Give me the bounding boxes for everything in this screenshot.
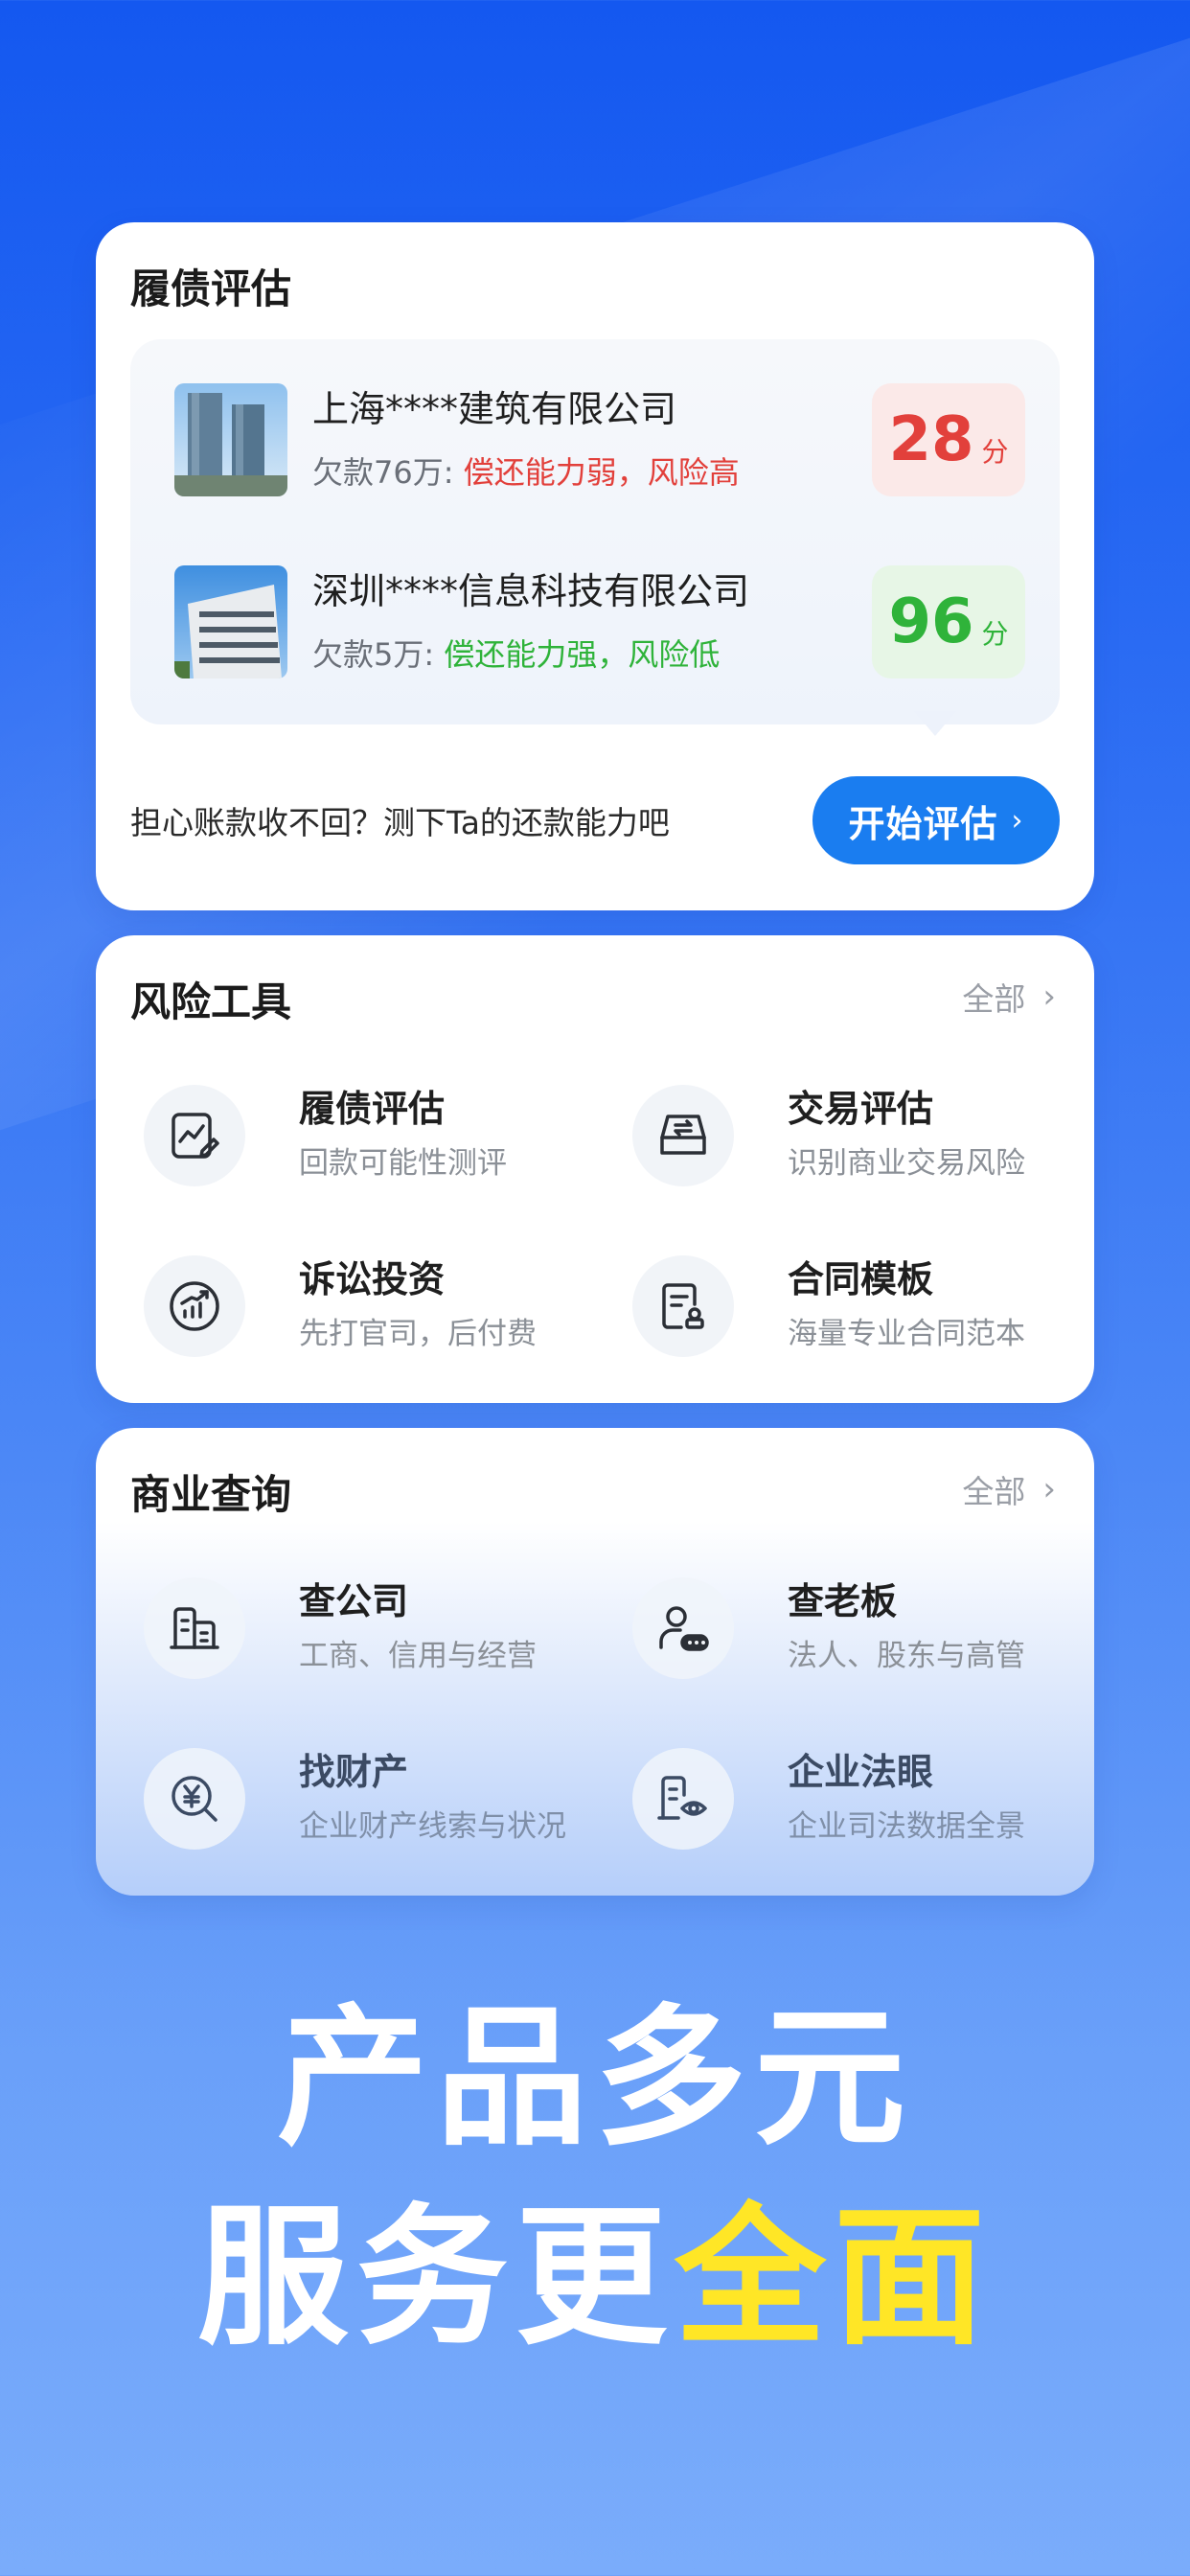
chevron-right-icon: › xyxy=(1011,803,1024,838)
query-company[interactable]: 查公司 工商、信用与经营 xyxy=(130,1572,581,1687)
query-boss[interactable]: 查老板 法人、股东与高管 xyxy=(619,1572,1069,1687)
tool-subtitle: 回款可能性测评 xyxy=(299,1146,507,1181)
assessment-prompt: 担心账款收不回？测下Ta的还款能力吧 xyxy=(130,804,670,841)
company-name: 深圳****信息科技有限公司 xyxy=(312,570,750,612)
building-eye-icon xyxy=(632,1748,734,1850)
tool-subtitle: 先打官司，后付费 xyxy=(299,1317,537,1351)
tool-debt-assessment[interactable]: 履债评估 回款可能性测评 xyxy=(130,1079,581,1194)
risk-verdict: 偿还能力强，风险低 xyxy=(444,636,721,673)
tool-title: 找财产 xyxy=(299,1751,409,1793)
view-all-label: 全部 xyxy=(962,1473,1026,1510)
view-all-link[interactable]: 全部 › xyxy=(962,1466,1056,1512)
company-building-image xyxy=(174,565,287,678)
risk-verdict: 偿还能力弱，风险高 xyxy=(463,454,740,491)
chevron-right-icon: › xyxy=(1042,978,1056,1016)
contract-doc-icon xyxy=(632,1255,734,1357)
company-row[interactable]: 深圳****信息科技有限公司 欠款5万: 偿还能力强，风险低 96 分 xyxy=(174,565,1025,680)
card-title: 风险工具 xyxy=(130,978,292,1025)
start-assessment-button[interactable]: 开始评估 › xyxy=(812,776,1060,864)
card-title: 履债评估 xyxy=(130,265,292,312)
tool-title: 查老板 xyxy=(788,1580,898,1622)
tool-transaction-assessment[interactable]: 交易评估 识别商业交易风险 xyxy=(619,1079,1069,1194)
company-name: 上海****建筑有限公司 xyxy=(312,388,677,430)
score-badge: 28 分 xyxy=(872,383,1025,496)
headline-line2: 服务更全面 xyxy=(0,2154,1190,2374)
tool-litigation-investment[interactable]: 诉讼投资 先打官司，后付费 xyxy=(130,1250,581,1365)
tool-subtitle: 海量专业合同范本 xyxy=(788,1317,1025,1351)
query-assets[interactable]: 找财产 企业财产线索与状况 xyxy=(130,1742,581,1857)
tool-title: 交易评估 xyxy=(788,1088,934,1130)
person-card-icon xyxy=(632,1577,734,1679)
company-building-image xyxy=(174,383,287,496)
tool-subtitle: 企业司法数据全景 xyxy=(788,1809,1025,1844)
tool-title: 企业法眼 xyxy=(788,1751,934,1793)
chart-edit-icon xyxy=(144,1085,245,1186)
yuan-search-icon xyxy=(144,1748,245,1850)
tool-title: 诉讼投资 xyxy=(299,1258,446,1300)
score-value: 28 xyxy=(888,404,974,475)
tool-subtitle: 识别商业交易风险 xyxy=(788,1146,1025,1181)
tool-subtitle: 企业财产线索与状况 xyxy=(299,1809,566,1844)
view-all-label: 全部 xyxy=(962,980,1026,1018)
company-debt-desc: 欠款5万: 偿还能力强，风险低 xyxy=(312,631,720,675)
debt-assessment-card: 履债评估 上海****建筑有限公司 欠款76万: 偿还能力弱，风险高 28 分 … xyxy=(96,222,1094,910)
score-unit: 分 xyxy=(981,618,1009,650)
view-all-link[interactable]: 全部 › xyxy=(962,974,1056,1020)
company-row[interactable]: 上海****建筑有限公司 欠款76万: 偿还能力弱，风险高 28 分 xyxy=(174,383,1025,498)
card-title: 商业查询 xyxy=(130,1471,292,1518)
score-badge: 96 分 xyxy=(872,565,1025,678)
debt-amount: 欠款5万: xyxy=(312,636,445,673)
company-debt-desc: 欠款76万: 偿还能力弱，风险高 xyxy=(312,448,740,493)
score-value: 96 xyxy=(888,586,974,657)
headline-line2-white: 服务更 xyxy=(197,2190,675,2366)
tool-subtitle: 法人、股东与高管 xyxy=(788,1639,1025,1673)
growth-chart-icon xyxy=(144,1255,245,1357)
tool-title: 履债评估 xyxy=(299,1088,446,1130)
debt-amount: 欠款76万: xyxy=(312,454,464,491)
tool-contract-templates[interactable]: 合同模板 海量专业合同范本 xyxy=(619,1250,1069,1365)
risk-tools-card: 风险工具 全部 › 履债评估 回款可能性测评 交易评估 识别商业交易风险 诉讼投… xyxy=(96,935,1094,1403)
tool-subtitle: 工商、信用与经营 xyxy=(299,1639,537,1673)
start-button-label: 开始评估 xyxy=(848,802,998,845)
chevron-right-icon: › xyxy=(1042,1470,1056,1508)
headline-line2-highlight: 全面 xyxy=(675,2190,993,2366)
business-query-card: 商业查询 全部 › 查公司 工商、信用与经营 查老板 法人、股东与高管 找财产 … xyxy=(96,1428,1094,1896)
query-legal-eye[interactable]: 企业法眼 企业司法数据全景 xyxy=(619,1742,1069,1857)
panel-pointer xyxy=(914,711,956,736)
building-icon xyxy=(144,1577,245,1679)
headline-line1: 产品多元 xyxy=(277,1990,913,2167)
transaction-box-icon xyxy=(632,1085,734,1186)
tool-title: 合同模板 xyxy=(788,1258,934,1300)
tool-title: 查公司 xyxy=(299,1580,409,1622)
company-score-panel: 上海****建筑有限公司 欠款76万: 偿还能力弱，风险高 28 分 深圳***… xyxy=(130,339,1060,724)
score-unit: 分 xyxy=(981,436,1009,468)
